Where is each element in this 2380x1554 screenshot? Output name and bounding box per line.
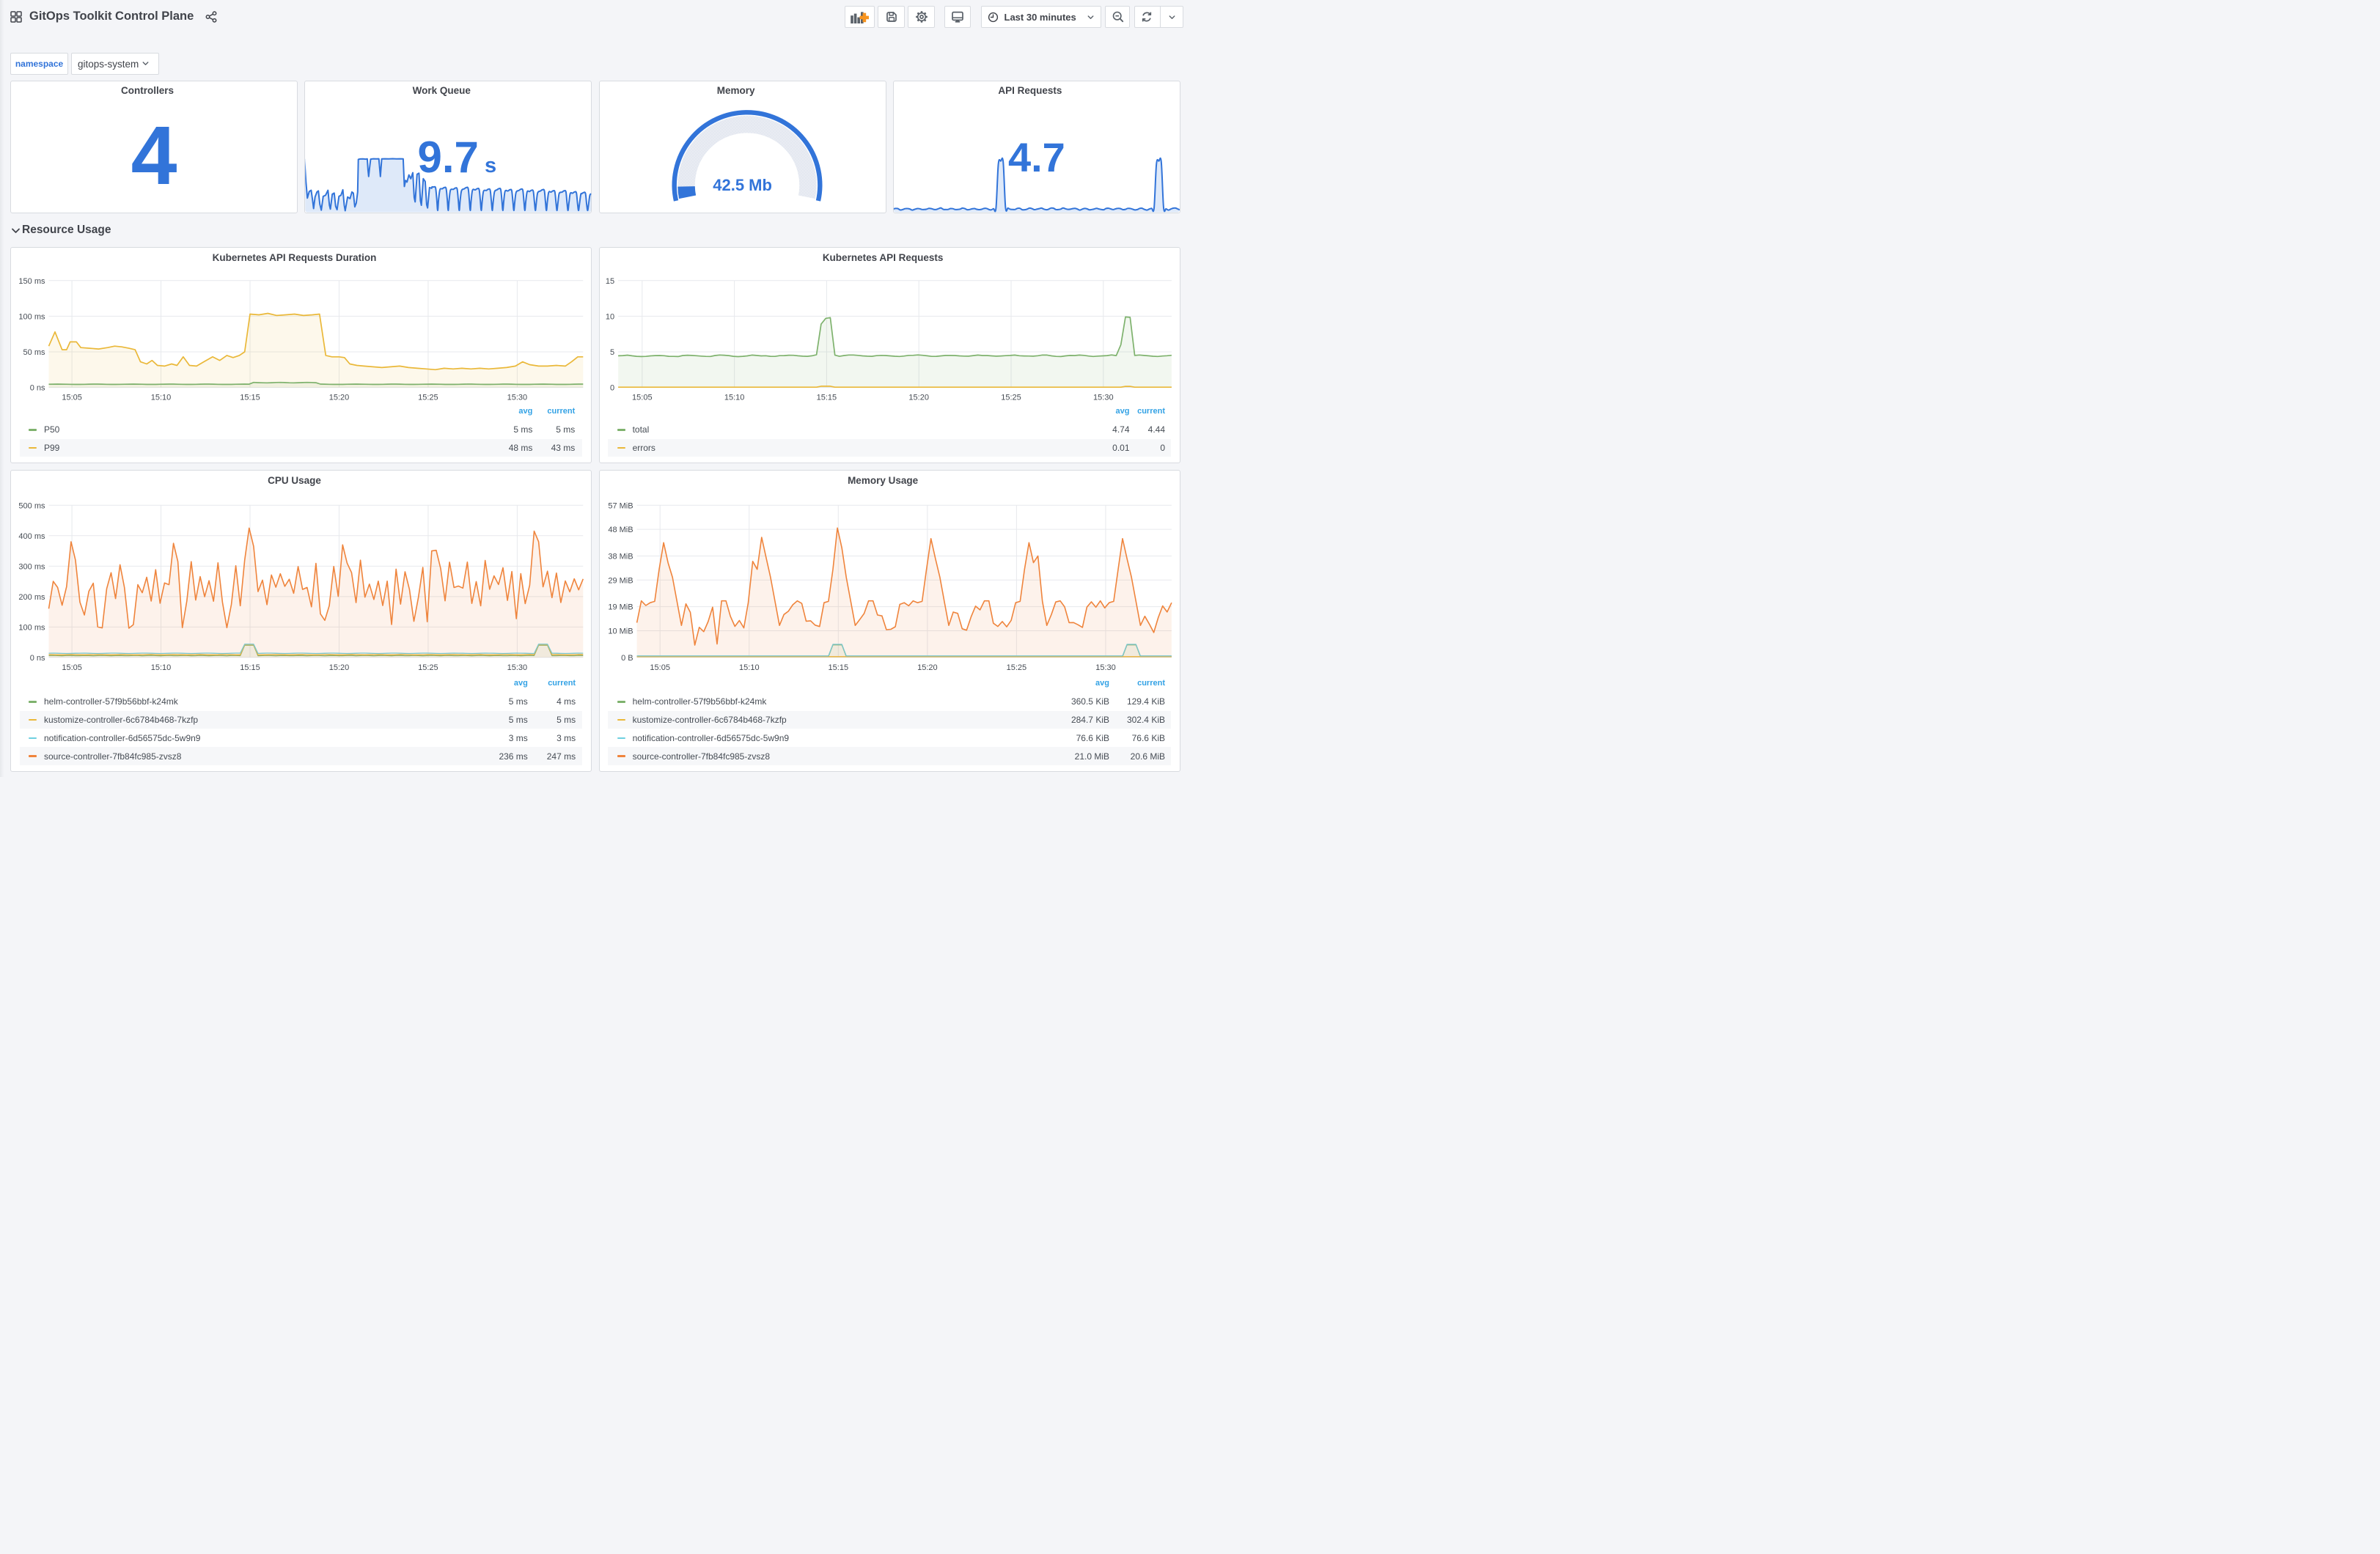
svg-text:15:30: 15:30 — [1093, 394, 1114, 402]
svg-text:10: 10 — [606, 312, 614, 321]
svg-text:15:15: 15:15 — [240, 394, 260, 402]
svg-text:15:10: 15:10 — [151, 663, 172, 672]
svg-text:15:25: 15:25 — [1001, 394, 1021, 402]
svg-text:15:20: 15:20 — [908, 394, 929, 402]
svg-text:100 ms: 100 ms — [18, 623, 45, 632]
svg-text:57 MiB: 57 MiB — [608, 501, 633, 510]
svg-text:15:10: 15:10 — [724, 394, 745, 402]
svg-text:15:10: 15:10 — [151, 394, 172, 402]
svg-text:300 ms: 300 ms — [18, 562, 45, 571]
svg-text:100 ms: 100 ms — [18, 312, 45, 321]
svg-text:15:25: 15:25 — [418, 394, 438, 402]
svg-text:400 ms: 400 ms — [18, 532, 45, 541]
svg-text:150 ms: 150 ms — [18, 277, 45, 286]
svg-text:15:20: 15:20 — [917, 663, 938, 672]
svg-text:15:10: 15:10 — [739, 663, 760, 672]
svg-text:0 ns: 0 ns — [30, 384, 45, 393]
svg-text:50 ms: 50 ms — [23, 348, 45, 357]
svg-text:48 MiB: 48 MiB — [608, 526, 633, 534]
svg-text:15:05: 15:05 — [650, 663, 670, 672]
svg-text:10 MiB: 10 MiB — [608, 627, 633, 636]
svg-text:5: 5 — [610, 348, 614, 357]
svg-text:19 MiB: 19 MiB — [608, 603, 633, 612]
svg-text:15:30: 15:30 — [1095, 663, 1116, 672]
svg-text:15:20: 15:20 — [329, 663, 350, 672]
svg-text:15:05: 15:05 — [62, 394, 82, 402]
svg-text:0 ns: 0 ns — [30, 654, 45, 663]
svg-text:29 MiB: 29 MiB — [608, 576, 633, 585]
svg-text:15:20: 15:20 — [329, 394, 350, 402]
svg-text:15:25: 15:25 — [1007, 663, 1027, 672]
svg-text:15:25: 15:25 — [418, 663, 438, 672]
svg-text:15:30: 15:30 — [507, 663, 528, 672]
svg-text:38 MiB: 38 MiB — [608, 553, 633, 561]
svg-text:15:15: 15:15 — [829, 663, 849, 672]
svg-text:15:05: 15:05 — [62, 663, 82, 672]
svg-text:15:15: 15:15 — [817, 394, 837, 402]
svg-text:200 ms: 200 ms — [18, 593, 45, 602]
svg-text:15: 15 — [606, 277, 614, 286]
svg-text:15:30: 15:30 — [507, 394, 528, 402]
svg-text:0: 0 — [610, 384, 614, 393]
svg-text:0 B: 0 B — [621, 654, 633, 663]
svg-text:500 ms: 500 ms — [18, 501, 45, 510]
svg-text:15:05: 15:05 — [632, 394, 653, 402]
svg-text:15:15: 15:15 — [240, 663, 260, 672]
